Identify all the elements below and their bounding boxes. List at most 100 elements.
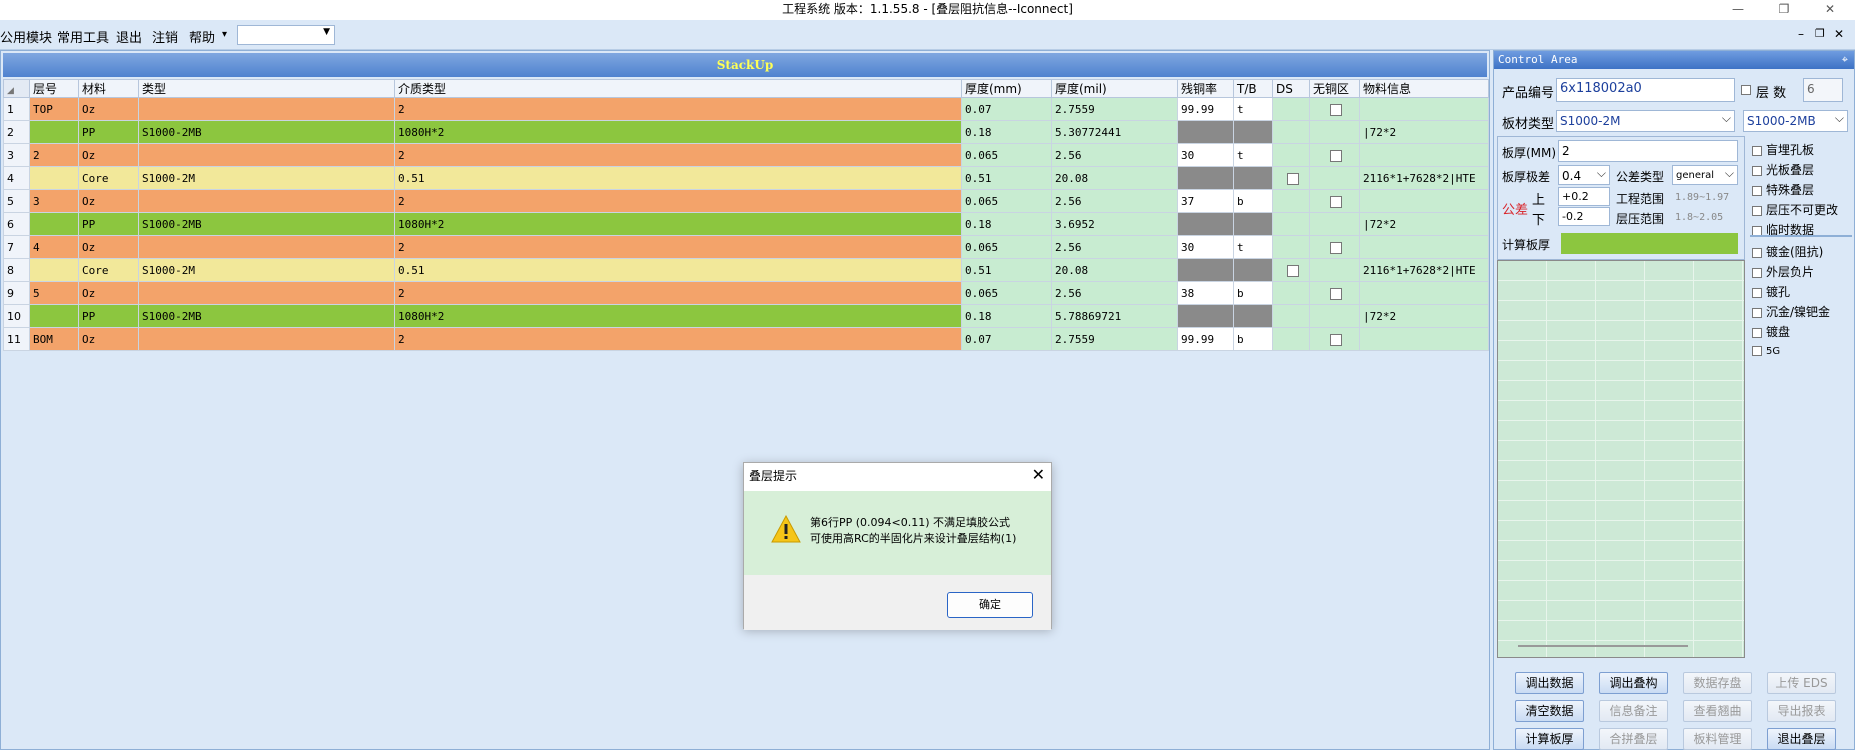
cell-material-info[interactable]: 2116*1+7628*2|HTE (1359, 258, 1489, 282)
checkbox-icon[interactable] (1752, 327, 1762, 338)
cell-no-copper[interactable] (1309, 281, 1360, 305)
cell-copper-rate[interactable] (1177, 212, 1234, 236)
cell-dielectric[interactable]: 2 (394, 143, 962, 167)
checkbox-icon[interactable] (1752, 345, 1762, 356)
action-button[interactable]: 调出数据 (1515, 672, 1584, 694)
header-thickness-mil[interactable]: 厚度(mil) (1051, 79, 1178, 98)
cell-material[interactable]: Core (78, 166, 139, 190)
no-copper-checkbox[interactable] (1330, 333, 1342, 346)
table-row[interactable]: 7 4 Oz 2 0.065 2.56 30 t (3, 235, 1489, 259)
checkbox-icon[interactable] (1752, 307, 1762, 318)
cell-dielectric[interactable]: 1080H*2 (394, 212, 962, 236)
minimize-button[interactable]: — (1715, 0, 1761, 20)
table-row[interactable]: 4 Core S1000-2M 0.51 0.51 20.08 2116*1+7628*2|… (3, 166, 1489, 190)
cell-material-info[interactable] (1359, 281, 1489, 305)
action-button[interactable]: 查看翘曲 (1683, 700, 1752, 722)
cell-thickness-mil[interactable]: 5.78869721 (1051, 304, 1178, 328)
cell-layer[interactable]: 5 (29, 281, 79, 305)
upper-tolerance-input[interactable]: +0.2 (1558, 187, 1610, 206)
action-button[interactable]: 合拼叠层 (1599, 728, 1668, 750)
cell-tb[interactable] (1233, 304, 1273, 328)
option-checkbox[interactable]: 沉金/镍钯金 (1752, 303, 1830, 320)
row-number[interactable]: 1 (3, 97, 30, 121)
cell-copper-rate[interactable] (1177, 258, 1234, 282)
cell-tb[interactable] (1233, 120, 1273, 144)
cell-material[interactable]: PP (78, 120, 139, 144)
row-number[interactable]: 2 (3, 120, 30, 144)
checkbox-icon[interactable] (1752, 205, 1762, 216)
cell-material[interactable]: Oz (78, 189, 139, 213)
cell-tb[interactable]: b (1233, 327, 1273, 351)
header-dielectric[interactable]: 介质类型 (394, 79, 962, 98)
option-checkbox[interactable]: 盲埋孔板 (1752, 141, 1814, 158)
cell-thickness-mil[interactable]: 5.30772441 (1051, 120, 1178, 144)
cell-material-info[interactable]: |72*2 (1359, 212, 1489, 236)
no-copper-checkbox[interactable] (1330, 241, 1342, 254)
action-button[interactable]: 导出报表 (1767, 700, 1836, 722)
cell-copper-rate[interactable]: 99.99 (1177, 97, 1234, 121)
menu-help[interactable]: 帮助 (189, 27, 215, 46)
cell-thickness-mm[interactable]: 0.065 (961, 281, 1052, 305)
action-button[interactable]: 数据存盘 (1683, 672, 1752, 694)
checkbox-icon[interactable] (1752, 225, 1762, 236)
cell-dielectric[interactable]: 0.51 (394, 258, 962, 282)
cell-type[interactable] (138, 143, 395, 167)
cell-dielectric[interactable]: 2 (394, 189, 962, 213)
cell-thickness-mm[interactable]: 0.51 (961, 166, 1052, 190)
cell-ds[interactable] (1272, 166, 1310, 190)
table-row[interactable]: 2 PP S1000-2MB 1080H*2 0.18 5.30772441 |72*2 (3, 120, 1489, 144)
checkbox-icon[interactable] (1752, 287, 1762, 298)
cell-type[interactable]: S1000-2M (138, 258, 395, 282)
cell-layer[interactable] (29, 304, 79, 328)
cell-type[interactable]: S1000-2MB (138, 120, 395, 144)
cell-material[interactable]: Oz (78, 97, 139, 121)
row-number[interactable]: 11 (3, 327, 30, 351)
no-copper-checkbox[interactable] (1330, 149, 1342, 162)
cell-thickness-mm[interactable]: 0.065 (961, 143, 1052, 167)
cell-thickness-mm[interactable]: 0.18 (961, 120, 1052, 144)
option-checkbox[interactable]: 镀孔 (1752, 283, 1790, 300)
cell-tb[interactable] (1233, 212, 1273, 236)
table-row[interactable]: 10 PP S1000-2MB 1080H*2 0.18 5.78869721 |72*2 (3, 304, 1489, 328)
cell-ds[interactable] (1272, 281, 1310, 305)
cell-type[interactable] (138, 327, 395, 351)
header-type[interactable]: 类型 (138, 79, 395, 98)
cell-dielectric[interactable]: 1080H*2 (394, 304, 962, 328)
cell-dielectric[interactable]: 1080H*2 (394, 120, 962, 144)
action-button[interactable]: 上传 EDS (1767, 672, 1836, 694)
action-button[interactable]: 板料管理 (1683, 728, 1752, 750)
table-row[interactable]: 1 TOP Oz 2 0.07 2.7559 99.99 t (3, 97, 1489, 121)
cell-thickness-mm[interactable]: 0.07 (961, 97, 1052, 121)
option-checkbox[interactable]: 层压不可更改 (1752, 201, 1838, 218)
option-checkbox[interactable]: 外层负片 (1752, 263, 1814, 280)
pin-icon[interactable]: ⌖ (1842, 51, 1848, 69)
cell-ds[interactable] (1272, 143, 1310, 167)
cell-type[interactable]: S1000-2MB (138, 304, 395, 328)
cell-tb[interactable]: b (1233, 189, 1273, 213)
action-button[interactable]: 退出叠层 (1767, 728, 1836, 750)
row-number[interactable]: 7 (3, 235, 30, 259)
no-copper-checkbox[interactable] (1330, 287, 1342, 300)
row-number[interactable]: 8 (3, 258, 30, 282)
option-checkbox[interactable]: 镀盘 (1752, 323, 1790, 340)
cell-material-info[interactable] (1359, 235, 1489, 259)
cell-material-info[interactable] (1359, 189, 1489, 213)
table-row[interactable]: 3 2 Oz 2 0.065 2.56 30 t (3, 143, 1489, 167)
cell-layer[interactable]: BOM (29, 327, 79, 351)
header-copper-rate[interactable]: 残铜率 (1177, 79, 1234, 98)
cell-dielectric[interactable]: 2 (394, 235, 962, 259)
cell-thickness-mil[interactable]: 2.56 (1051, 281, 1178, 305)
cell-thickness-mil[interactable]: 2.56 (1051, 143, 1178, 167)
header-thickness-mm[interactable]: 厚度(mm) (961, 79, 1052, 98)
restore-button[interactable]: ❐ (1761, 0, 1807, 20)
product-code-input[interactable]: 6x118002a0 (1556, 78, 1735, 102)
board-type-select[interactable]: S1000-2M (1556, 108, 1735, 132)
row-number[interactable]: 6 (3, 212, 30, 236)
mdi-close-button[interactable]: ✕ (1834, 27, 1844, 41)
cell-no-copper[interactable] (1309, 120, 1360, 144)
cell-no-copper[interactable] (1309, 327, 1360, 351)
ds-checkbox[interactable] (1286, 172, 1299, 185)
cell-type[interactable]: S1000-2MB (138, 212, 395, 236)
cell-thickness-mil[interactable]: 2.7559 (1051, 327, 1178, 351)
horizontal-scrollbar[interactable] (1518, 645, 1688, 647)
